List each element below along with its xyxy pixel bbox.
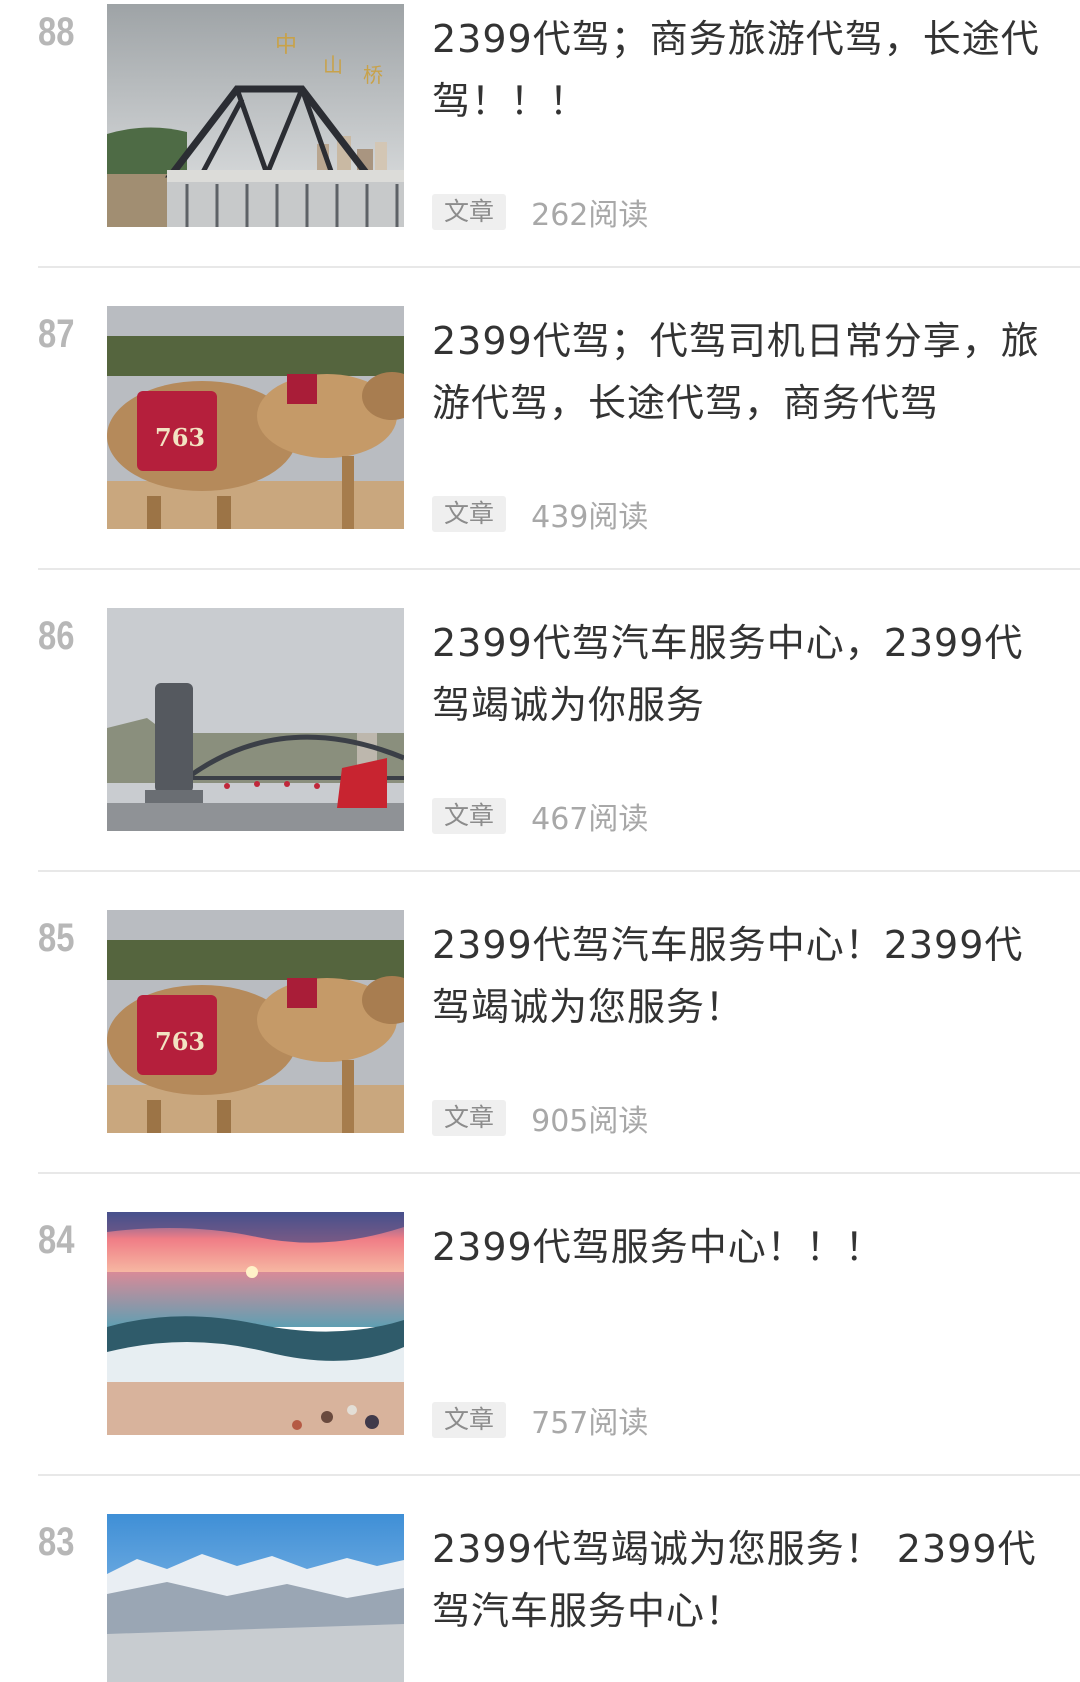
article-item[interactable]: 85 763 2399代驾汽车服务中心！2399代驾竭诚为您服务！ 文章 905… — [0, 906, 1080, 1208]
article-title[interactable]: 2399代驾竭诚为您服务！ 2399代驾汽车服务中心！ — [432, 1518, 1042, 1642]
read-count: 467阅读 — [531, 802, 649, 837]
divider — [38, 568, 1080, 570]
article-item[interactable]: 84 2399代驾服务中心！！！ 文章 757阅读 — [0, 1208, 1080, 1510]
article-list: 88 中 山 桥 2399代驾；商务旅游代驾，长途代驾！！！ 文章 262阅读 … — [0, 0, 1080, 1682]
article-meta: 文章 757阅读 — [432, 1398, 648, 1441]
monument-bridge-photo — [107, 608, 404, 831]
article-thumbnail[interactable] — [107, 1514, 404, 1682]
read-count: 757阅读 — [531, 1406, 649, 1441]
article-item[interactable]: 86 2399代驾汽车服务中心，2399代驾竭诚为你服务 文章 467阅读 — [0, 604, 1080, 906]
svg-text:763: 763 — [155, 1027, 205, 1056]
article-title[interactable]: 2399代驾；商务旅游代驾，长途代驾！！！ — [432, 8, 1042, 132]
svg-text:山: 山 — [323, 53, 343, 77]
article-rank: 83 — [38, 1520, 75, 1564]
divider — [38, 1172, 1080, 1174]
read-count: 439阅读 — [531, 500, 649, 535]
snow-mountains-photo — [107, 1514, 404, 1682]
svg-text:中: 中 — [275, 33, 297, 58]
article-type-badge: 文章 — [432, 1100, 507, 1136]
article-item[interactable]: 83 2399代驾竭诚为您服务！ 2399代驾汽车服务中心！ — [0, 1510, 1080, 1682]
article-meta: 文章 262阅读 — [432, 190, 648, 233]
camels-photo: 763 — [107, 910, 404, 1133]
article-meta: 文章 467阅读 — [432, 794, 648, 837]
article-thumbnail[interactable]: 763 — [107, 306, 404, 529]
camels-photo: 763 — [107, 306, 404, 529]
article-title[interactable]: 2399代驾汽车服务中心！2399代驾竭诚为您服务！ — [432, 914, 1042, 1038]
article-thumbnail[interactable]: 中 山 桥 — [107, 4, 404, 227]
article-type-badge: 文章 — [432, 194, 507, 230]
svg-text:桥: 桥 — [363, 63, 383, 87]
article-thumbnail[interactable] — [107, 608, 404, 831]
iron-bridge-photo: 中 山 桥 — [107, 4, 404, 227]
article-title[interactable]: 2399代驾；代驾司机日常分享，旅游代驾，长途代驾，商务代驾 — [432, 310, 1042, 434]
article-item[interactable]: 88 中 山 桥 2399代驾；商务旅游代驾，长途代驾！！！ 文章 262阅读 — [0, 0, 1080, 302]
article-item[interactable]: 87 763 2399代驾；代驾司机日常分享，旅游代驾，长途代驾，商务代驾 文章… — [0, 302, 1080, 604]
article-thumbnail[interactable] — [107, 1212, 404, 1435]
sunset-beach-photo — [107, 1212, 404, 1435]
article-rank: 84 — [38, 1218, 75, 1262]
read-count: 262阅读 — [531, 198, 649, 233]
article-title[interactable]: 2399代驾汽车服务中心，2399代驾竭诚为你服务 — [432, 612, 1042, 736]
article-type-badge: 文章 — [432, 496, 507, 532]
divider — [38, 870, 1080, 872]
article-rank: 87 — [38, 312, 75, 356]
article-rank: 85 — [38, 916, 75, 960]
article-meta: 文章 439阅读 — [432, 492, 648, 535]
divider — [38, 266, 1080, 268]
divider — [38, 1474, 1080, 1476]
article-title[interactable]: 2399代驾服务中心！！！ — [432, 1216, 1042, 1278]
article-rank: 86 — [38, 614, 75, 658]
article-type-badge: 文章 — [432, 798, 507, 834]
article-thumbnail[interactable]: 763 — [107, 910, 404, 1133]
svg-text:763: 763 — [155, 423, 205, 452]
article-type-badge: 文章 — [432, 1402, 507, 1438]
article-rank: 88 — [38, 10, 75, 54]
article-meta: 文章 905阅读 — [432, 1096, 648, 1139]
read-count: 905阅读 — [531, 1104, 649, 1139]
